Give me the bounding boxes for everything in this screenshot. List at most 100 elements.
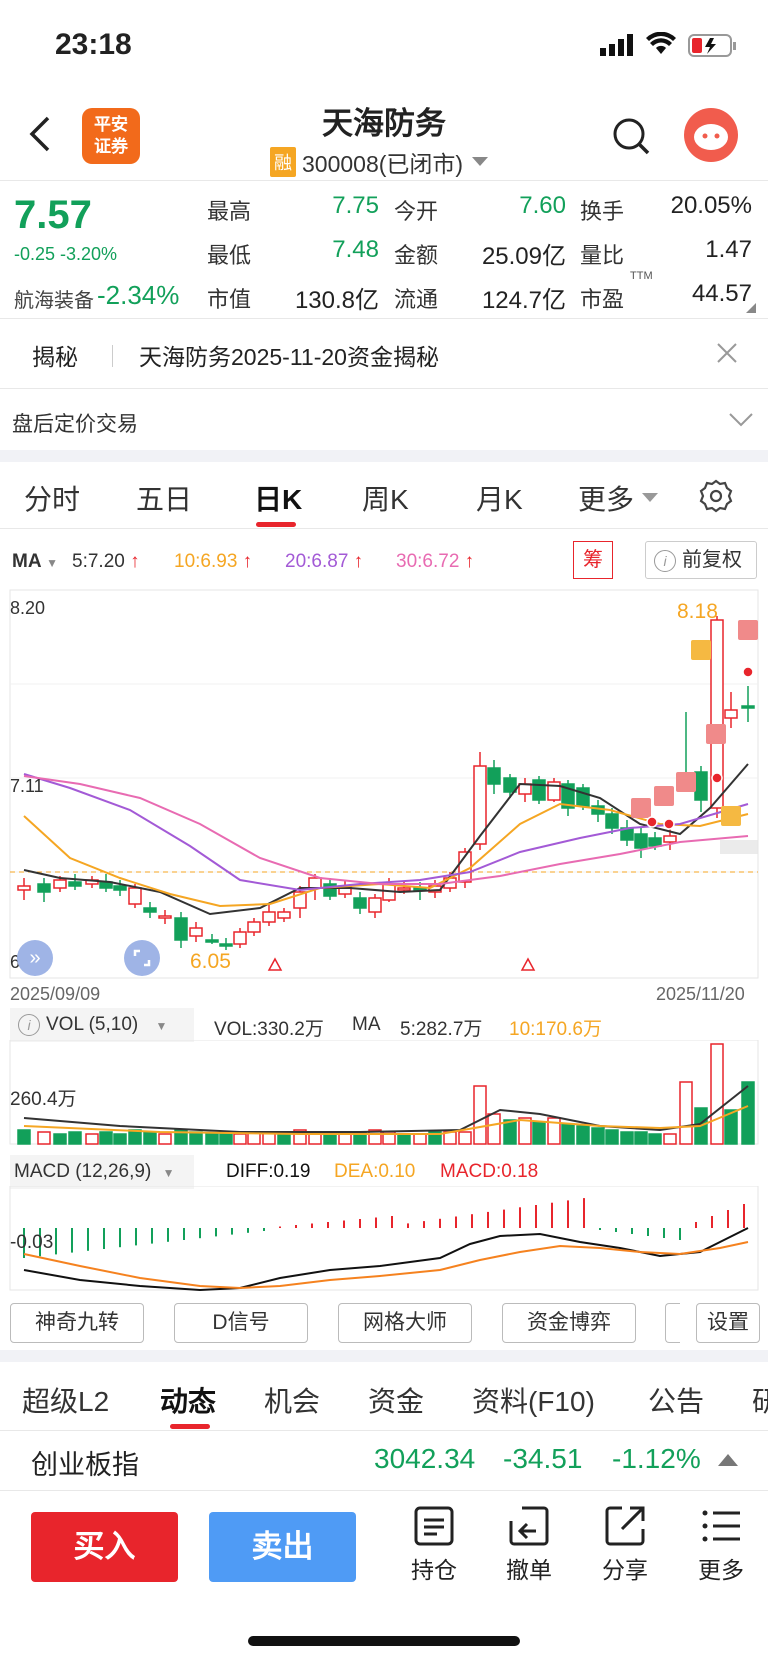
volume-bar [17,1129,31,1145]
volume-bar [518,1117,532,1145]
tab-monthly-k[interactable]: 月K [476,478,523,518]
search-icon[interactable] [612,117,650,160]
kline-candle [741,705,755,709]
volume-bar [338,1133,352,1145]
stock-code-selector[interactable]: 融 300008(已闭市) [270,145,489,179]
tab-more[interactable]: 更多 [578,478,634,518]
quote-value: 7.48 [332,236,379,263]
y-axis-mid: 7.11 [10,776,44,796]
kline-candle [353,897,367,909]
fund-game-button[interactable]: 资金博弈 [502,1303,636,1343]
caret-down-icon [472,157,489,166]
volume-bar [634,1131,648,1145]
volume-bar [503,1119,517,1145]
tab-announcements[interactable]: 公告 [648,1380,704,1420]
volume-bar [576,1125,590,1145]
expand-left-icon[interactable]: » [17,940,53,976]
volume-bar [128,1129,142,1145]
ma-selector[interactable]: MA ▼ [12,551,58,573]
sell-button[interactable]: 卖出 [209,1512,356,1582]
document-icon [414,1506,454,1546]
kline-candle [308,877,322,889]
macd-diff: DIFF:0.19 [226,1161,311,1182]
volume-bar [113,1133,127,1145]
kline-candle [189,927,203,937]
kline-candle [648,837,662,847]
assistant-avatar[interactable] [684,108,738,162]
kline-chart[interactable] [0,588,768,1008]
adjust-mode-button[interactable]: i 前复权 [645,541,757,579]
tab-daily-k[interactable]: 日K [254,478,302,518]
y-axis-top: 8.20 [10,598,46,618]
grid-master-button[interactable]: 网格大师 [338,1303,472,1343]
kline-candle [113,885,127,891]
tab-super-l2[interactable]: 超级L2 [22,1380,109,1420]
expand-corner-icon[interactable] [746,300,756,318]
macd-dea: DEA:0.10 [334,1161,416,1182]
settings-button[interactable]: 设置 [696,1303,760,1343]
volume-bar [277,1133,291,1145]
more-button[interactable]: 更多 [686,1505,756,1585]
tab-opportunity[interactable]: 机会 [264,1380,320,1420]
tool-overflow-button[interactable] [665,1303,680,1343]
volume-bar [458,1131,472,1145]
tab-active-indicator [256,522,296,527]
kline-candle [37,883,51,893]
macd-indicator-selector[interactable]: MACD (12,26,9) ▼ [10,1155,194,1189]
current-price-marker [720,840,758,854]
d-signal-button[interactable]: D信号 [174,1303,308,1343]
index-name[interactable]: 创业板指 [31,1443,139,1482]
tab-five-day[interactable]: 五日 [136,478,192,518]
magic-nine-button[interactable]: 神奇九转 [10,1303,144,1343]
buy-signal-marker [631,798,651,818]
volume-bar [397,1133,411,1145]
volume-bar [605,1129,619,1145]
caret-up-icon[interactable] [718,1452,738,1471]
reveal-link[interactable]: 天海防务2025-11-20资金揭秘 [139,338,439,372]
kline-candle [68,881,82,887]
volume-chart[interactable] [0,1040,768,1146]
vol-indicator-selector[interactable]: i VOL (5,10) ▼ [10,1008,194,1042]
cancel-order-button[interactable]: 撤单 [494,1505,564,1585]
settings-gear-icon[interactable] [698,478,734,519]
vol-ma5-line [23,1085,749,1133]
date-end: 2025/11/20 [656,984,745,1004]
tab-funds[interactable]: 资金 [368,1380,424,1420]
margin-badge: 融 [270,147,296,177]
sector-change: -2.34% [97,280,180,310]
kline-candle [473,765,487,845]
fullscreen-icon[interactable] [124,940,160,976]
holdings-button[interactable]: 持仓 [399,1505,469,1585]
volume-bar [189,1131,203,1145]
kline-candle [605,813,619,829]
tab-f10[interactable]: 资料(F10) [472,1380,595,1420]
index-value: 3042.34 [374,1443,476,1474]
sector-name[interactable]: 航海装备 [14,284,94,313]
after-hours-label[interactable]: 盘后定价交易 [12,408,138,438]
tab-intraday[interactable]: 分时 [24,478,80,518]
volume-bar [99,1131,113,1145]
kline-candle [53,879,67,889]
wifi-icon [646,31,676,61]
vol-ma-label: MA [352,1014,381,1035]
volume-bar [591,1127,605,1145]
tab-weekly-k[interactable]: 周K [362,478,409,518]
buy-button[interactable]: 买入 [31,1512,178,1582]
ma30-value: 30:6.72 ↑ [396,551,475,572]
kline-candle [694,771,708,801]
macd-value: MACD:0.18 [440,1161,539,1182]
volume-bar [53,1133,67,1145]
ma20-value: 20:6.87 ↑ [285,551,364,572]
chevron-down-icon[interactable] [728,412,754,433]
kline-candle [518,783,532,795]
kline-candle [397,887,411,891]
share-button[interactable]: 分享 [590,1505,660,1585]
kline-candle [143,907,157,913]
buy-signal-marker [654,786,674,806]
close-icon[interactable] [716,342,738,369]
chip-distribution-button[interactable]: 筹 [573,541,613,579]
tab-research[interactable]: 研 [752,1380,768,1420]
macd-chart[interactable] [0,1186,768,1292]
tab-news[interactable]: 动态 [160,1380,216,1420]
trade-dot [663,818,675,830]
